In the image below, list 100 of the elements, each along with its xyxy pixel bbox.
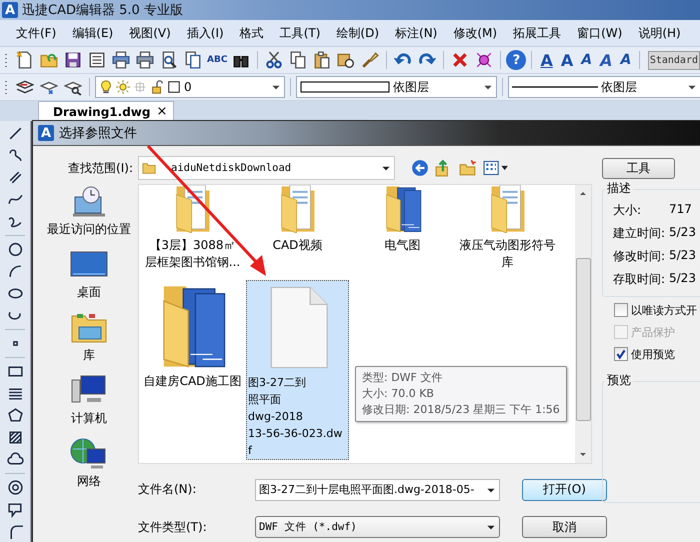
file-type-label: 文件类型(T): <box>138 518 208 536</box>
property-value: 5/23 <box>669 248 696 264</box>
help-button[interactable]: ? <box>506 50 526 70</box>
bulb-icon <box>99 80 113 94</box>
file-name: dwg-2018 <box>248 409 303 425</box>
menu-item[interactable]: 视图(V) <box>121 24 179 42</box>
file-name-label: 文件名(N): <box>138 481 198 498</box>
property-value: 5/23 <box>669 225 696 241</box>
menu-item[interactable]: 说明(H) <box>630 24 689 42</box>
property-label: 存取时间: <box>613 271 665 288</box>
callout-icon[interactable] <box>6 501 24 518</box>
new-folder-icon[interactable] <box>459 159 477 177</box>
place-label[interactable]: 桌面 <box>77 284 101 301</box>
place-label[interactable]: 库 <box>83 347 95 364</box>
polyline-icon[interactable] <box>6 147 24 164</box>
back-icon[interactable] <box>411 159 429 177</box>
hatch-icon[interactable] <box>6 429 24 446</box>
file-item[interactable]: 【3层】3088㎡ 层框架图书馆钢... <box>141 185 244 280</box>
donut-icon[interactable] <box>6 479 24 496</box>
place-label[interactable]: 网络 <box>77 473 101 490</box>
scrollbar[interactable] <box>575 185 591 463</box>
file-name: CAD视频 <box>272 237 322 254</box>
find-text-button[interactable]: A <box>617 49 634 71</box>
look-in-dropdown[interactable]: aiduNetdiskDownload <box>138 156 395 180</box>
place-label[interactable]: 最近访问的位置 <box>47 221 131 238</box>
property-label: 大小: <box>613 202 642 219</box>
scroll-thumb[interactable] <box>576 258 590 421</box>
text-style-dropdown[interactable]: Standard <box>648 50 700 70</box>
app-logo: A <box>38 125 54 141</box>
text-style-button[interactable]: A <box>537 49 556 71</box>
menu-item[interactable]: 窗口(W) <box>569 24 630 42</box>
file-name: 电气图 <box>384 237 420 254</box>
tooltip-line: 大小: 70.0 KB <box>362 386 435 402</box>
menu-item[interactable]: 标注(N) <box>387 24 446 42</box>
file-name: f <box>248 443 252 459</box>
menu-item[interactable]: 拓展工具 <box>505 24 570 42</box>
file-item[interactable]: 自建房CAD施工图 <box>141 280 244 461</box>
line-sample-icon <box>512 85 598 89</box>
lock-icon <box>150 80 164 94</box>
file-name: 照平面 <box>248 392 281 408</box>
file-item[interactable]: CAD视频 <box>246 185 349 280</box>
look-in-label: 查找范围(I): <box>68 160 134 176</box>
printer-icon[interactable] <box>110 51 132 69</box>
property-value: 717 <box>669 202 692 218</box>
file-item[interactable]: 电气图 <box>351 185 454 280</box>
library-icon[interactable] <box>69 311 109 345</box>
spell-check-button[interactable]: ABC <box>206 50 228 70</box>
color-dropdown[interactable]: 依图层 <box>296 76 497 98</box>
checkbox-label[interactable]: 以唯读方式开 <box>631 302 697 318</box>
menu-item[interactable]: 修改(M) <box>445 24 506 42</box>
checkbox[interactable] <box>614 347 628 361</box>
file-name: 液压气动图形符号 <box>460 237 556 254</box>
property-value: 5/23 <box>669 271 696 287</box>
property-label: 建立时间: <box>613 225 665 242</box>
tab-close-button[interactable]: × <box>156 104 168 119</box>
property-label: 修改时间: <box>613 248 665 265</box>
file-name-field[interactable]: 图3-27二到十层电照平面图.dwg-2018-05- <box>255 478 500 501</box>
file-name: 【3层】3088㎡ <box>149 237 236 254</box>
menu-item[interactable]: 编辑(E) <box>64 24 122 42</box>
file-type-dropdown[interactable]: DWF 文件 (*.dwf) <box>255 516 500 538</box>
text-pencil-button[interactable]: A <box>597 49 616 71</box>
place-label[interactable]: 计算机 <box>71 410 107 427</box>
group-title: 描述 <box>605 181 633 195</box>
linetype-dropdown[interactable]: 依图层 <box>508 76 700 98</box>
layer-dropdown[interactable]: 0 <box>95 76 285 98</box>
menu-item[interactable]: 格式 <box>232 24 272 42</box>
sun-icon <box>116 80 130 94</box>
document-tab[interactable]: Drawing1.dwg × <box>38 101 174 121</box>
layer-name: 0 <box>184 80 193 94</box>
arc-icon[interactable] <box>6 263 24 280</box>
line-icon[interactable] <box>6 125 24 142</box>
file-item[interactable]: 图3-27二到 照平面 dwg-2018 13-56-36-023.dw f <box>246 280 349 460</box>
file-name: 层框架图书馆钢... <box>144 254 240 271</box>
open-button[interactable]: 打开(O) <box>522 478 607 501</box>
folder-icon <box>142 161 156 175</box>
printer-icon[interactable] <box>134 51 156 69</box>
tools-button[interactable]: 工具 <box>602 158 675 179</box>
window-title: 迅捷CAD编辑器 5.0 专业版 <box>22 2 183 19</box>
checkbox[interactable] <box>614 303 628 317</box>
color-swatch-icon <box>300 81 390 93</box>
cancel-button[interactable]: 取消 <box>522 516 607 538</box>
layers-icon[interactable] <box>14 78 36 96</box>
polygon-icon[interactable] <box>6 407 24 424</box>
color-value: 依图层 <box>393 78 430 96</box>
dialog-title: 选择参照文件 <box>59 125 137 142</box>
tooltip-line: 修改日期: 2018/5/23 星期三 下午 1:56 <box>362 402 560 418</box>
linetype-value: 依图层 <box>601 78 638 96</box>
group-title: 预览 <box>605 373 633 387</box>
menu-item[interactable]: 插入(I) <box>178 24 232 42</box>
edit-text-button[interactable]: A <box>578 49 596 71</box>
text-button[interactable]: A <box>558 49 576 71</box>
file-name: 图3-27二到 <box>248 375 306 391</box>
menu-item[interactable]: 文件(F) <box>8 24 64 42</box>
file-item[interactable]: 液压气动图形符号 库 <box>456 185 559 280</box>
menu-item[interactable]: 绘制(D) <box>328 24 388 42</box>
menu-item[interactable]: 工具(T) <box>272 24 328 42</box>
file-name: 13-56-36-023.dw <box>248 426 342 442</box>
checkbox-label[interactable]: 使用预览 <box>631 346 675 362</box>
view-menu-icon[interactable] <box>483 159 509 177</box>
app-logo: A <box>2 2 18 18</box>
